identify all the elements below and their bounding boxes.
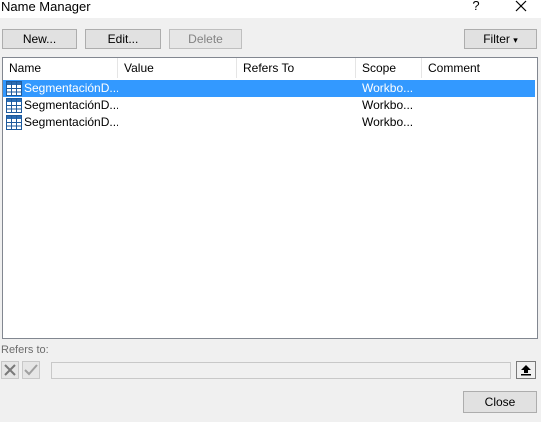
commit-edit-button[interactable] — [22, 361, 40, 379]
new-button[interactable]: New... — [2, 29, 77, 49]
list-header: Name Value Refers To Scope Comment — [3, 58, 537, 78]
new-button-label: New... — [22, 32, 57, 46]
title-bar: Name Manager ? — [0, 0, 541, 18]
table-row[interactable]: SegmentaciónD... Workbo... — [3, 114, 535, 131]
names-list[interactable]: Name Value Refers To Scope Comment Segme… — [2, 57, 538, 339]
column-header-comment[interactable]: Comment — [422, 58, 537, 78]
check-icon — [24, 364, 38, 376]
column-header-scope[interactable]: Scope — [356, 58, 422, 78]
column-header-name[interactable]: Name — [3, 58, 118, 78]
collapse-dialog-icon — [521, 365, 531, 376]
cancel-edit-button[interactable] — [1, 361, 19, 379]
row-name: SegmentaciónD... — [24, 81, 118, 95]
filter-button[interactable]: Filter ▾ — [464, 29, 537, 49]
close-button-label: Close — [484, 395, 516, 409]
table-icon — [6, 98, 22, 113]
row-scope: Workbo... — [362, 115, 414, 129]
column-header-refers-to[interactable]: Refers To — [237, 58, 356, 78]
filter-button-label: Filter — [483, 32, 510, 46]
name-manager-dialog: New... Edit... Delete Filter ▾ Name Valu… — [0, 18, 541, 422]
table-icon — [6, 81, 22, 96]
table-row[interactable]: SegmentaciónD... Workbo... — [3, 80, 535, 97]
table-icon — [6, 115, 22, 130]
table-row[interactable]: SegmentaciónD... Workbo... — [3, 97, 535, 114]
edit-button-label: Edit... — [107, 32, 139, 46]
row-name: SegmentaciónD... — [24, 115, 118, 129]
delete-button[interactable]: Delete — [169, 29, 242, 49]
help-icon[interactable]: ? — [468, 0, 484, 14]
dialog-title: Name Manager — [1, 0, 91, 14]
close-button[interactable]: Close — [463, 391, 537, 413]
refers-to-label: Refers to: — [1, 344, 49, 356]
row-scope: Workbo... — [362, 81, 414, 95]
row-scope: Workbo... — [362, 98, 414, 112]
delete-button-label: Delete — [188, 32, 223, 46]
close-icon[interactable] — [511, 0, 531, 14]
edit-button[interactable]: Edit... — [85, 29, 161, 49]
chevron-down-icon: ▾ — [513, 35, 518, 45]
cancel-x-icon — [4, 364, 16, 376]
collapse-dialog-button[interactable] — [516, 361, 536, 379]
column-header-value[interactable]: Value — [118, 58, 237, 78]
row-name: SegmentaciónD... — [24, 98, 118, 112]
refers-to-input[interactable] — [51, 362, 511, 379]
